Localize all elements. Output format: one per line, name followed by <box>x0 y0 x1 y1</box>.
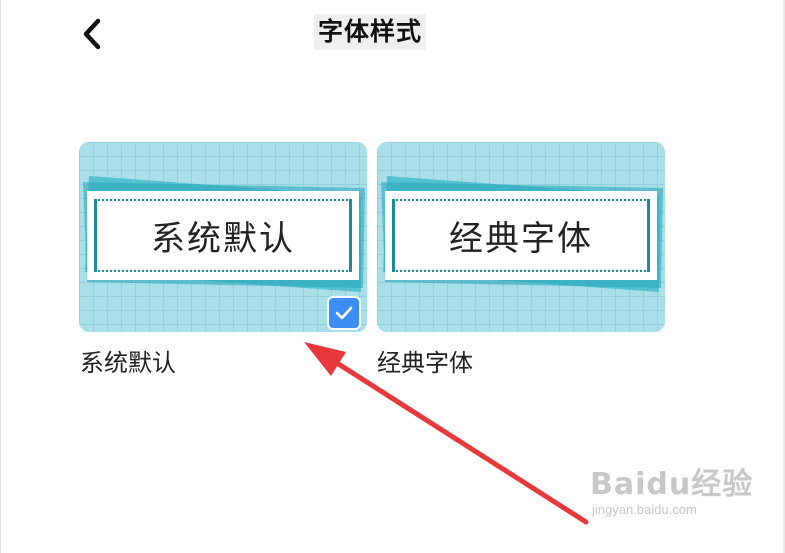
watermark-brand: Baidu经验 <box>590 467 754 502</box>
watermark-url: jingyan.baidu.com <box>592 502 697 517</box>
watermark: Baidu经验 jingyan.baidu.com <box>590 468 770 538</box>
